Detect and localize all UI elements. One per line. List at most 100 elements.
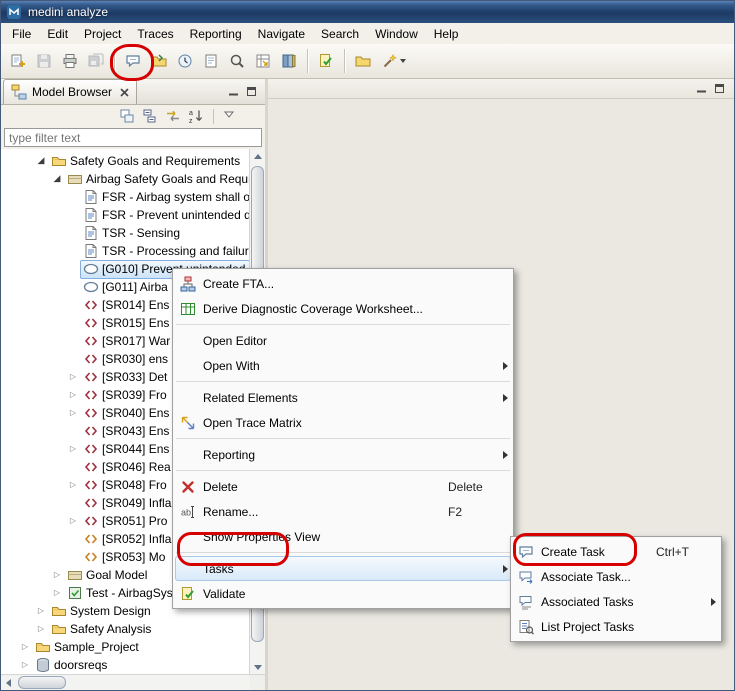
tree-item-label: [SR017] War [100, 334, 172, 348]
open-folder-button[interactable] [351, 49, 375, 73]
filter-input[interactable] [4, 128, 262, 147]
collapsed-twisty-icon[interactable]: ▷ [66, 368, 80, 386]
context-menu-item-show-properties-view[interactable]: Show Properties View [175, 524, 511, 549]
menu-edit[interactable]: Edit [39, 24, 76, 44]
context-menu-item-tasks[interactable]: Tasks [175, 556, 511, 581]
task-history-button[interactable] [173, 49, 197, 73]
requirement-icon [83, 369, 99, 385]
print-button[interactable] [58, 49, 82, 73]
tree-item-content: Goal Model [64, 566, 152, 585]
tab-model-browser-label: Model Browser [32, 85, 112, 99]
context-menu-item-open-trace-matrix[interactable]: Open Trace Matrix [175, 410, 511, 435]
collapsed-twisty-icon[interactable]: ▷ [66, 440, 80, 458]
save-button[interactable] [32, 49, 56, 73]
expanded-twisty-icon[interactable]: ◢ [34, 152, 48, 170]
context-menu-item-validate[interactable]: Validate [175, 581, 511, 606]
dropdown-arrow-icon[interactable] [400, 59, 406, 63]
menu-reporting[interactable]: Reporting [182, 24, 250, 44]
new-wizard-button[interactable] [6, 49, 30, 73]
context-menu-item-open-editor[interactable]: Open Editor [175, 328, 511, 353]
tree-item-content: [SR015] Ens [80, 314, 174, 333]
collapsed-twisty-icon[interactable]: ▷ [18, 656, 32, 674]
folder-icon [51, 603, 67, 619]
context-menu-item-rename[interactable]: abRename...F2 [175, 499, 511, 524]
requirement-icon [83, 333, 99, 349]
collapsed-twisty-icon[interactable]: ▷ [34, 620, 48, 638]
tree-item-tsr-sensing[interactable]: TSR - Sensing [1, 224, 250, 242]
worksheet-icon [178, 301, 198, 317]
scroll-up-icon[interactable] [250, 149, 265, 164]
search-tasks-button[interactable] [225, 49, 249, 73]
close-icon[interactable] [120, 88, 129, 97]
tree-item-label: Sample_Project [52, 640, 141, 654]
collapsed-twisty-icon[interactable]: ▷ [18, 638, 32, 656]
context-menu-item-open-with[interactable]: Open With [175, 353, 511, 378]
scroll-left-icon[interactable] [1, 675, 16, 690]
validate-button[interactable] [314, 49, 338, 73]
context-menu-item-related-elements[interactable]: Related Elements [175, 385, 511, 410]
submenu-item-associate-task[interactable]: Associate Task... [513, 564, 719, 589]
tree-item-airbag-safety-goals-and-require[interactable]: ◢Airbag Safety Goals and Require [1, 170, 250, 188]
create-task-button[interactable] [121, 49, 145, 73]
tree-item-safety-analysis[interactable]: ▷Safety Analysis [1, 620, 250, 638]
horizontal-scrollbar[interactable] [1, 674, 265, 690]
collapsed-twisty-icon[interactable]: ▷ [66, 404, 80, 422]
context-menu-item-delete[interactable]: DeleteDelete [175, 474, 511, 499]
quick-fix-button[interactable] [377, 49, 411, 73]
tree-item-label: [SR015] Ens [100, 316, 171, 330]
menu-traces[interactable]: Traces [129, 24, 181, 44]
collapsed-twisty-icon[interactable]: ▷ [66, 386, 80, 404]
context-menu-item-derive-diagnostic-coverage-worksheet[interactable]: Derive Diagnostic Coverage Worksheet... [175, 296, 511, 321]
menu-project[interactable]: Project [76, 24, 129, 44]
tree-item-content: System Design [48, 602, 156, 621]
collapsed-twisty-icon[interactable]: ▷ [50, 566, 64, 584]
expanded-twisty-icon[interactable]: ◢ [50, 170, 64, 188]
tree-item-safety-goals-and-requirements[interactable]: ◢Safety Goals and Requirements [1, 152, 250, 170]
sort-alphabetical-button[interactable]: az [186, 107, 206, 125]
collapsed-twisty-icon[interactable]: ▷ [34, 602, 48, 620]
notes-button[interactable] [199, 49, 223, 73]
library-button[interactable] [277, 49, 301, 73]
minimize-view-icon[interactable] [227, 85, 240, 98]
menu-navigate[interactable]: Navigate [250, 24, 313, 44]
menu-window[interactable]: Window [367, 24, 426, 44]
scroll-down-icon[interactable] [250, 660, 265, 675]
menu-item-label: List Project Tasks [536, 620, 656, 634]
link-with-editor-button[interactable] [163, 107, 183, 125]
tree-item-doorsreqs[interactable]: ▷doorsreqs [1, 656, 250, 674]
menu-help[interactable]: Help [426, 24, 467, 44]
tree-item-fsr-airbag-system-shall-op[interactable]: FSR - Airbag system shall op [1, 188, 250, 206]
trace-matrix-button[interactable] [251, 49, 275, 73]
create-task-icon [516, 544, 536, 560]
save-all-button[interactable] [84, 49, 108, 73]
submenu-item-create-task[interactable]: Create TaskCtrl+T [513, 539, 719, 564]
menu-item-label: Create FTA... [198, 277, 448, 291]
open-task-button[interactable] [147, 49, 171, 73]
context-menu-item-reporting[interactable]: Reporting [175, 442, 511, 467]
menu-file[interactable]: File [4, 24, 39, 44]
maximize-editor-icon[interactable] [713, 82, 726, 95]
collapsed-twisty-icon[interactable]: ▷ [50, 584, 64, 602]
search-tasks-icon [229, 53, 245, 69]
requirement-icon [83, 297, 99, 313]
open-task-icon [151, 53, 167, 69]
collapsed-twisty-icon[interactable]: ▷ [66, 512, 80, 530]
minimize-editor-icon[interactable] [695, 82, 708, 95]
tree-item-sample-project[interactable]: ▷ Sample_Project [1, 638, 250, 656]
submenu-item-associated-tasks[interactable]: Associated Tasks [513, 589, 719, 614]
menu-search[interactable]: Search [313, 24, 367, 44]
context-menu-item-create-fta[interactable]: Create FTA... [175, 271, 511, 296]
scrollbar-corner [250, 675, 265, 690]
tree-item-fsr-prevent-unintended-de[interactable]: FSR - Prevent unintended de [1, 206, 250, 224]
menu-separator [176, 552, 510, 553]
tab-model-browser[interactable]: Model Browser [3, 79, 137, 104]
horizontal-scroll-thumb[interactable] [18, 676, 66, 689]
maximize-view-icon[interactable] [245, 85, 258, 98]
view-menu-button[interactable] [221, 107, 241, 125]
focus-button[interactable] [117, 107, 137, 125]
test-icon [67, 585, 83, 601]
submenu-item-list-project-tasks[interactable]: List Project Tasks [513, 614, 719, 639]
tree-item-tsr-processing-and-failure[interactable]: TSR - Processing and failure [1, 242, 250, 260]
collapsed-twisty-icon[interactable]: ▷ [66, 476, 80, 494]
collapse-all-button[interactable] [140, 107, 160, 125]
